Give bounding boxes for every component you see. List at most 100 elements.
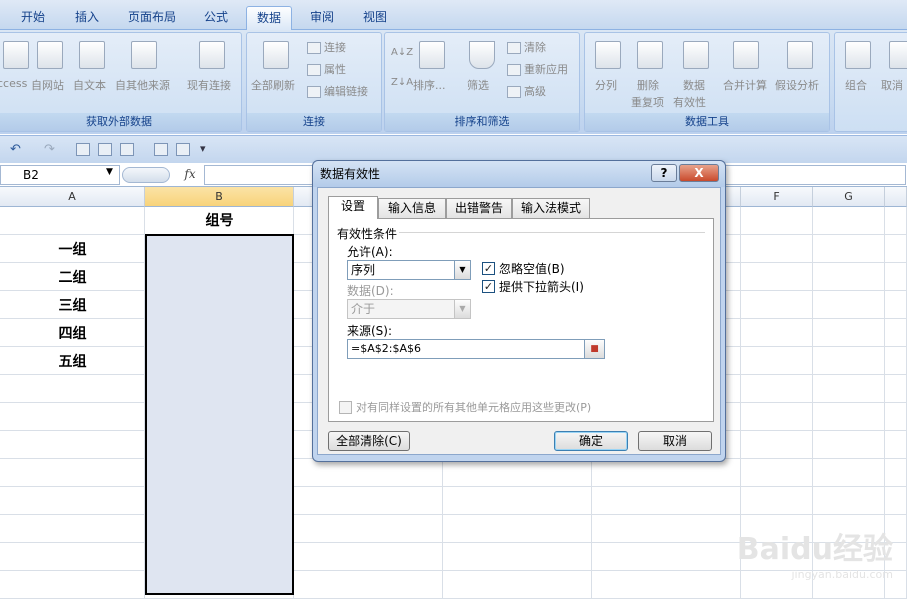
cell-a4[interactable]: 三组 (0, 295, 145, 315)
redo-icon[interactable]: ↷ (44, 142, 55, 157)
grid-cell[interactable] (741, 319, 813, 347)
from-text-button[interactable]: 自文本 (73, 77, 106, 93)
grid-cell[interactable] (741, 347, 813, 375)
grid-cell[interactable] (813, 487, 885, 515)
fx-icon[interactable]: fx (178, 165, 202, 185)
source-input[interactable]: =$A$2:$A$6 ■ (347, 339, 605, 359)
cell-a5[interactable]: 四组 (0, 323, 145, 343)
grid-cell[interactable] (443, 515, 592, 543)
ungroup-button[interactable]: 取消 (881, 77, 903, 93)
properties-button[interactable]: 属性 (307, 61, 346, 77)
cell-a6[interactable]: 五组 (0, 351, 145, 371)
cell-b1[interactable]: 组号 (145, 210, 294, 230)
ignore-blank-label[interactable]: 忽略空值(B) (499, 260, 565, 277)
grid-cell[interactable] (0, 543, 145, 571)
close-button[interactable]: X (679, 164, 719, 182)
tab-data[interactable]: 数据 (246, 6, 292, 30)
grid-cell[interactable] (0, 403, 145, 431)
grid-cell[interactable] (885, 291, 907, 319)
tab-ime-mode[interactable]: 输入法模式 (512, 198, 590, 218)
tab-input-message[interactable]: 输入信息 (378, 198, 446, 218)
customize-qat-icon[interactable]: ▾ (200, 142, 206, 155)
grid-cell[interactable] (885, 459, 907, 487)
tab-page-layout[interactable]: 页面布局 (116, 6, 188, 30)
column-header-f[interactable]: F (741, 187, 813, 207)
grid-cell[interactable] (0, 375, 145, 403)
cell-a2[interactable]: 一组 (0, 239, 145, 259)
sheet-icon[interactable] (176, 143, 190, 156)
column-header-a[interactable]: A (0, 187, 145, 207)
remove-duplicates-button[interactable]: 删除 (637, 77, 659, 93)
grid-cell[interactable] (885, 319, 907, 347)
tab-error-alert[interactable]: 出错警告 (446, 198, 512, 218)
selected-range-b2-b[interactable] (145, 234, 294, 595)
chart-icon[interactable] (98, 143, 112, 156)
from-access-button[interactable]: ccess (0, 77, 27, 90)
sort-ascending-icon[interactable]: A↓Z (391, 47, 413, 58)
grid-cell[interactable] (592, 487, 741, 515)
grid-cell[interactable] (813, 235, 885, 263)
tab-view[interactable]: 视图 (352, 6, 398, 30)
grid-cell[interactable] (885, 207, 907, 235)
column-header-b[interactable]: B (145, 187, 294, 207)
name-box[interactable]: B2 (0, 165, 120, 185)
grid-cell[interactable] (0, 431, 145, 459)
grid-cell[interactable] (813, 459, 885, 487)
refresh-all-button[interactable]: 全部刷新 (251, 77, 295, 93)
from-other-sources-button[interactable]: 自其他来源 (115, 77, 170, 93)
clear-all-button[interactable]: 全部清除(C) (328, 431, 410, 451)
tab-settings[interactable]: 设置 (328, 196, 378, 219)
column-header-h[interactable] (885, 187, 907, 207)
connections-button[interactable]: 连接 (307, 39, 346, 55)
group-button[interactable]: 组合 (845, 77, 867, 93)
dropdown-checkbox[interactable]: ✓ (482, 280, 495, 293)
grid-cell[interactable] (885, 235, 907, 263)
data-validation-button[interactable]: 数据 (683, 77, 705, 93)
grid-cell[interactable] (741, 487, 813, 515)
undo-icon[interactable]: ↶ (10, 142, 21, 157)
grid-cell[interactable] (741, 291, 813, 319)
tab-review[interactable]: 审阅 (298, 6, 346, 30)
tab-home[interactable]: 开始 (8, 6, 58, 30)
grid-cell[interactable] (813, 431, 885, 459)
grid-cell[interactable] (0, 487, 145, 515)
apply-all-checkbox[interactable] (339, 401, 352, 414)
tab-insert[interactable]: 插入 (62, 6, 112, 30)
allow-select[interactable]: 序列 ▼ (347, 260, 471, 280)
grid-cell[interactable] (885, 347, 907, 375)
grid-cell[interactable] (885, 263, 907, 291)
existing-connections-button[interactable]: 现有连接 (187, 77, 231, 93)
clear-button[interactable]: 清除 (507, 39, 546, 55)
filter-button[interactable]: 筛选 (467, 77, 489, 93)
grid-cell[interactable] (741, 207, 813, 235)
grid-cell[interactable] (741, 375, 813, 403)
dropdown-label[interactable]: 提供下拉箭头(I) (499, 278, 584, 295)
grid-cell[interactable] (885, 487, 907, 515)
edit-icon[interactable] (120, 143, 134, 156)
cancel-button[interactable]: 取消 (638, 431, 712, 451)
reapply-button[interactable]: 重新应用 (507, 61, 568, 77)
from-web-button[interactable]: 自网站 (31, 77, 64, 93)
text-to-columns-button[interactable]: 分列 (595, 77, 617, 93)
grid-cell[interactable] (0, 459, 145, 487)
column-header-g[interactable]: G (813, 187, 885, 207)
cell-a3[interactable]: 二组 (0, 267, 145, 287)
form-icon[interactable] (154, 143, 168, 156)
grid-cell[interactable] (294, 487, 443, 515)
grid-cell[interactable] (443, 459, 592, 487)
help-button[interactable]: ? (651, 164, 677, 182)
remove-duplicates-label2[interactable]: 重复项 (631, 94, 664, 110)
range-picker-icon[interactable]: ■ (584, 340, 604, 358)
data-validation-label2[interactable]: 有效性 (673, 94, 706, 110)
grid-cell[interactable] (741, 403, 813, 431)
name-box-dropdown-icon[interactable]: ▼ (106, 167, 113, 177)
what-if-analysis-button[interactable]: 假设分析 (775, 77, 819, 93)
sort-button[interactable]: 排序... (413, 77, 446, 93)
chevron-down-icon[interactable]: ▼ (454, 261, 470, 279)
splitter-handle[interactable] (122, 167, 170, 183)
grid-cell[interactable] (813, 347, 885, 375)
grid-cell[interactable] (443, 487, 592, 515)
grid-cell[interactable] (813, 207, 885, 235)
grid-cell[interactable] (0, 207, 145, 235)
tab-formulas[interactable]: 公式 (192, 6, 240, 30)
